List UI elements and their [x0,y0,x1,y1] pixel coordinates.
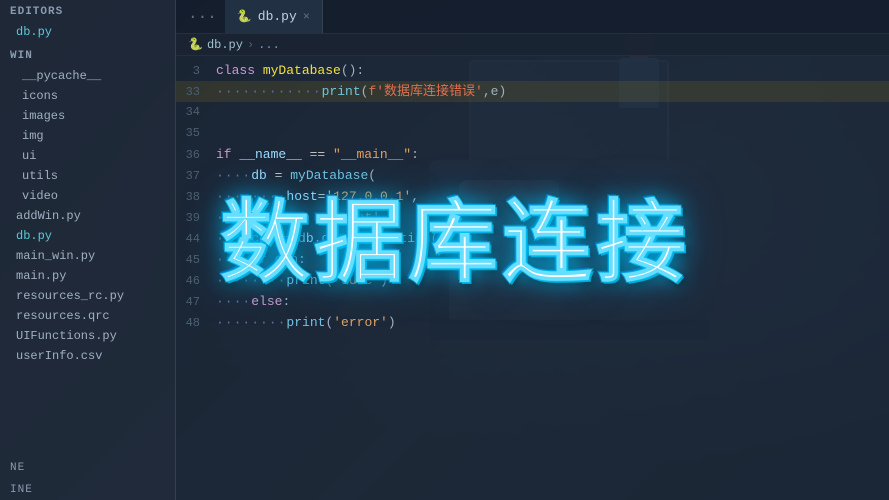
line-num-33: 33 [176,82,216,103]
ide-wrapper: EDITORS db.py WIN __pycache__ icons imag… [0,0,889,500]
sidebar-dir-img[interactable]: img [0,126,175,146]
breadcrumb-sep: › [247,38,254,52]
code-line-46: 46 ········print('succ') [176,270,889,291]
line-num-39: 39 [176,208,216,229]
sidebar-file-userinfo[interactable]: userInfo.csv [0,346,175,366]
code-line-34: 34 [176,102,889,123]
code-line-47: 47 ····else: [176,291,889,312]
code-line-45: 45 ····if con: [176,249,889,270]
breadcrumb-bar: 🐍 db.py › ... [176,34,889,56]
line-content-47: ····else: [216,291,889,312]
win-label: WIN [0,42,175,66]
code-area[interactable]: 3 class myDatabase(): 33 ············pri… [176,56,889,500]
line-content-3: class myDatabase(): [216,60,889,81]
code-lines: 3 class myDatabase(): 33 ············pri… [176,56,889,337]
code-line-36: 36 if __name__ == "__main__": [176,144,889,165]
code-line-37: 37 ····db = myDatabase( [176,165,889,186]
line-content-48: ········print('error') [216,312,889,333]
editor-area: ··· 🐍 db.py × 🐍 db.py › ... 3 class myDa… [176,0,889,500]
line-num-48: 48 [176,313,216,334]
sidebar-dir-video[interactable]: video [0,186,175,206]
line-num-38: 38 [176,187,216,208]
line-num-35: 35 [176,123,216,144]
tab-overflow-dots[interactable]: ··· [180,8,225,26]
editors-label: EDITORS [0,0,175,22]
line-num-47: 47 [176,292,216,313]
sidebar-dir-utils[interactable]: utils [0,166,175,186]
line-num-3: 3 [176,61,216,82]
tab-bar: ··· 🐍 db.py × [176,0,889,34]
code-line-33: 33 ············print(f'数据库连接错误',e) [176,81,889,102]
code-line-44: 44 ····con = db.get_connection() [176,228,889,249]
sidebar-file-resources-qrc[interactable]: resources.qrc [0,306,175,326]
code-line-48: 48 ········print('error') [176,312,889,333]
bottom-ine: INE [0,478,175,500]
sidebar-file-db-py2[interactable]: db.py [0,226,175,246]
line-num-34: 34 [176,102,216,123]
tab-name: db.py [258,9,297,24]
code-line-3: 3 class myDatabase(): [176,60,889,81]
breadcrumb-path: ... [258,38,280,52]
line-content-38: ········host='127.0.0.1', [216,186,889,207]
line-num-45: 45 [176,250,216,271]
sidebar-dir-icons[interactable]: icons [0,86,175,106]
line-content-33: ············print(f'数据库连接错误',e) [216,81,889,102]
line-content-45: ····if con: [216,249,889,270]
line-num-46: 46 [176,271,216,292]
line-content-36: if __name__ == "__main__": [216,144,889,165]
line-num-36: 36 [176,145,216,166]
line-content-46: ········print('succ') [216,270,889,291]
line-content-44: ····con = db.get_connection() [216,228,889,249]
sidebar-file-main[interactable]: main.py [0,266,175,286]
breadcrumb-file: db.py [207,38,243,52]
sidebar: EDITORS db.py WIN __pycache__ icons imag… [0,0,176,500]
python-file-icon: 🐍 [237,9,252,24]
line-content-37: ····db = myDatabase( [216,165,889,186]
bottom-ne: NE [0,456,175,478]
tab-close-button[interactable]: × [303,10,310,24]
sidebar-dir-pycache[interactable]: __pycache__ [0,66,175,86]
sidebar-file-db-py[interactable]: db.py [0,22,175,42]
code-line-35: 35 [176,123,889,144]
code-line-39: 39 ········con = 'root' [176,207,889,228]
breadcrumb-python-icon: 🐍 [188,37,203,52]
line-content-39: ········con = 'root' [216,207,889,228]
sidebar-file-mainwin[interactable]: main_win.py [0,246,175,266]
code-line-38: 38 ········host='127.0.0.1', [176,186,889,207]
tab-db-py[interactable]: 🐍 db.py × [225,0,323,33]
line-num-44: 44 [176,229,216,250]
sidebar-dir-ui[interactable]: ui [0,146,175,166]
line-num-37: 37 [176,166,216,187]
sidebar-file-addwin[interactable]: addWin.py [0,206,175,226]
sidebar-file-uifunctions[interactable]: UIFunctions.py [0,326,175,346]
sidebar-dir-images[interactable]: images [0,106,175,126]
sidebar-file-resources-rc[interactable]: resources_rc.py [0,286,175,306]
